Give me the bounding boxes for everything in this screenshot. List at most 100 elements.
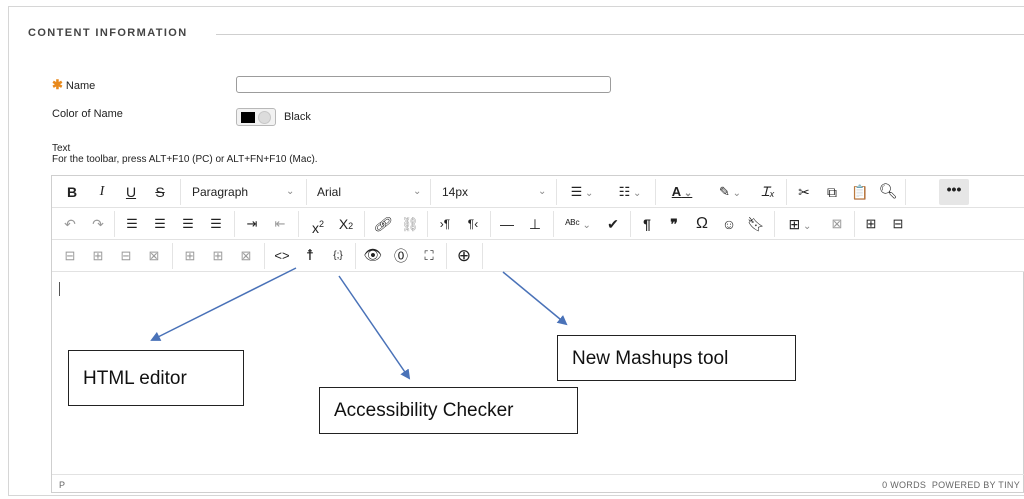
special-character-icon[interactable]: Ω [693,214,711,234]
mashups-icon[interactable]: ⊕ [454,246,474,266]
section-title: CONTENT INFORMATION [28,27,188,39]
redo-icon[interactable]: ↷ [89,214,107,234]
text-label-block: Text For the toolbar, press ALT+F10 (PC)… [52,143,318,165]
outdent-icon[interactable]: ⇤ [271,214,289,234]
insert-row-after-icon[interactable]: ⊞ [89,246,107,266]
toolbar-separator [234,211,235,237]
highlight-color-icon[interactable]: ✎ ⌄ [712,182,748,202]
justify-icon[interactable]: ☰ [207,214,225,234]
text-color-icon[interactable]: A ⌄ [664,182,700,202]
color-picker-button[interactable] [258,111,271,124]
delete-row-icon[interactable]: ⊟ [117,246,135,266]
toolbar-separator [490,211,491,237]
toolbar-row-3: ⊟ ⊞ ⊟ ⊠ ⊞ ⊞ ⊠ <> ☨ {;} 👁︎ ⓪ ⛶ ⊕ [52,240,1024,272]
numbered-list-icon[interactable]: ☷ ⌄ [612,182,648,202]
toolbar-separator [630,211,631,237]
unlink-icon[interactable]: ⛓ [400,214,420,234]
bold-button[interactable]: B [64,182,80,202]
insert-column-before-icon[interactable]: ⊞ [181,246,199,266]
bullet-list-icon[interactable]: ☰ ⌄ [564,182,600,202]
checkmark-icon[interactable]: ✔ [604,214,622,234]
subscript-mark: 2 [348,221,354,231]
toolbar-separator [482,243,483,269]
block-format-select[interactable]: Paragraph ⌄ [192,182,297,202]
toolbar-separator [180,179,181,205]
ltr-icon[interactable]: ›¶ [434,214,456,234]
accessibility-checker-callout: Accessibility Checker [319,387,578,434]
toolbar-separator [854,211,855,237]
color-label: Color of Name [52,108,123,120]
toolbar-separator [786,179,787,205]
preview-icon[interactable]: 👁︎ [363,246,383,266]
toolbar-separator [298,211,299,237]
chevron-down-icon: ⌄ [538,186,547,197]
element-path[interactable]: P [59,480,65,490]
delete-column-icon[interactable]: ⊠ [237,246,255,266]
toolbar-separator [655,179,656,205]
link-icon[interactable]: 🔗︎ [372,214,392,234]
rich-text-editor[interactable]: B I U S Paragraph ⌄ Arial ⌄ 14px ⌄ ☰ ⌄ ☷… [51,175,1024,493]
paste-icon[interactable]: 📋 [850,182,870,202]
name-label-row: ✱ Name [52,77,95,93]
subscript-icon[interactable]: X2 [336,214,356,234]
name-input[interactable] [236,76,611,93]
emoticon-icon[interactable]: ☺ [720,214,738,234]
search-icon[interactable]: 🔍︎ [878,182,898,202]
strikethrough-button[interactable]: S [152,182,168,202]
copy-icon[interactable]: ⧉ [822,182,842,202]
font-family-select[interactable]: Arial ⌄ [317,182,427,202]
indent-icon[interactable]: ⇥ [243,214,261,234]
bookmark-icon[interactable]: 🔖︎ [747,214,765,234]
superscript-icon[interactable]: x2 [308,214,328,236]
table-cell-icon[interactable]: ⊟ [889,214,907,234]
rtl-icon[interactable]: ¶‹ [462,214,484,234]
blockquote-icon[interactable]: ❞ [665,214,683,234]
align-right-icon[interactable]: ☰ [179,214,197,234]
insert-column-after-icon[interactable]: ⊞ [209,246,227,266]
color-value: Black [284,111,311,123]
underline-button[interactable]: U [123,182,139,202]
row-properties-icon[interactable]: ⊠ [145,246,163,266]
horizontal-rule-icon[interactable]: — [498,214,516,234]
fullscreen-icon[interactable]: ⛶ [419,246,439,266]
word-count: 0 WORDS [882,480,927,490]
toolbar-separator [114,211,115,237]
italic-button[interactable]: I [94,182,110,202]
text-label: Text [52,143,71,154]
powered-by-link[interactable]: POWERED BY TINY [932,480,1020,490]
undo-icon[interactable]: ↶ [61,214,79,234]
font-size-value: 14px [442,185,469,199]
spellcheck-icon[interactable]: ᴬᴮᶜ ⌄ [560,214,596,234]
delete-table-icon[interactable]: ⊠ [828,214,846,234]
pilcrow-icon[interactable]: ¶ [638,214,656,234]
mashups-callout: New Mashups tool [557,335,796,381]
color-swatch [241,112,255,123]
toolbar-separator [446,243,447,269]
toolbar-separator [172,243,173,269]
section-divider [216,34,1024,35]
align-center-icon[interactable]: ☰ [151,214,169,234]
more-button[interactable]: ••• [939,179,969,205]
code-sample-icon[interactable]: {;} [328,246,348,266]
help-icon[interactable]: ⓪ [391,246,411,266]
superscript-mark: 2 [318,219,324,229]
align-left-icon[interactable]: ☰ [123,214,141,234]
source-code-icon[interactable]: <> [272,246,292,266]
table-row-icon[interactable]: ⊞ [862,214,880,234]
cut-icon[interactable]: ✂ [794,182,814,202]
insert-icon[interactable]: ⊥ [526,214,544,234]
toolbar-row-2: ↶ ↷ ☰ ☰ ☰ ☰ ⇥ ⇤ x2 X2 🔗︎ ⛓ ›¶ ¶‹ — ⊥ ᴬᴮᶜ… [52,208,1024,240]
color-picker[interactable] [236,108,276,126]
font-size-select[interactable]: 14px ⌄ [442,182,552,202]
table-icon[interactable]: ⊞ ⌄ [782,214,818,234]
toolbar-separator [355,243,356,269]
toolbar-separator [556,179,557,205]
clear-formatting-icon[interactable]: Ꮖₓ [758,182,778,202]
status-bar: P 0 WORDS POWERED BY TINY [52,474,1024,493]
status-right: 0 WORDS POWERED BY TINY [882,480,1020,490]
accessibility-icon[interactable]: ☨ [300,246,320,266]
insert-row-before-icon[interactable]: ⊟ [61,246,79,266]
toolbar-separator [905,179,906,205]
subscript-base: X [338,216,349,232]
toolbar-separator [774,211,775,237]
